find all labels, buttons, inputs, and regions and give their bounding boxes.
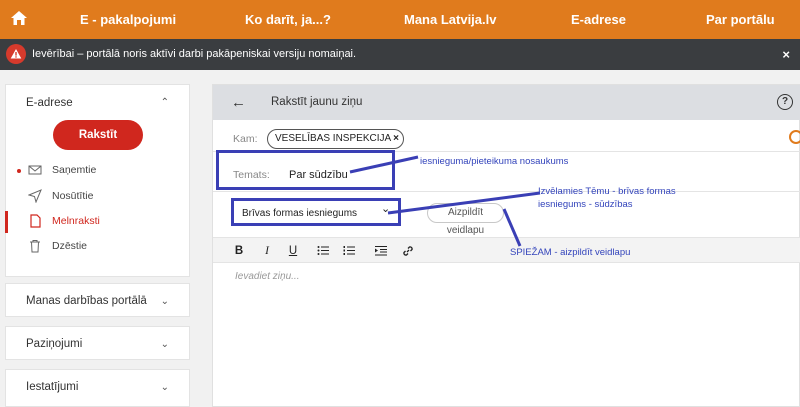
annotation-arrows: [349, 155, 541, 247]
annotation-subject: iesnieguma/pieteikuma nosaukums: [420, 156, 569, 167]
annotation-form-1: Izvēlamies Tēmu - brīvas formas: [538, 186, 676, 197]
arrow-fill-button: [502, 208, 522, 247]
arrow-subject: [349, 155, 419, 174]
annotation-button: SPIEŽAM - aizpildīt veidlapu: [510, 247, 631, 258]
arrow-form-type: [387, 191, 541, 215]
annotation-form-2: iesniegums - sūdzības: [538, 199, 633, 210]
